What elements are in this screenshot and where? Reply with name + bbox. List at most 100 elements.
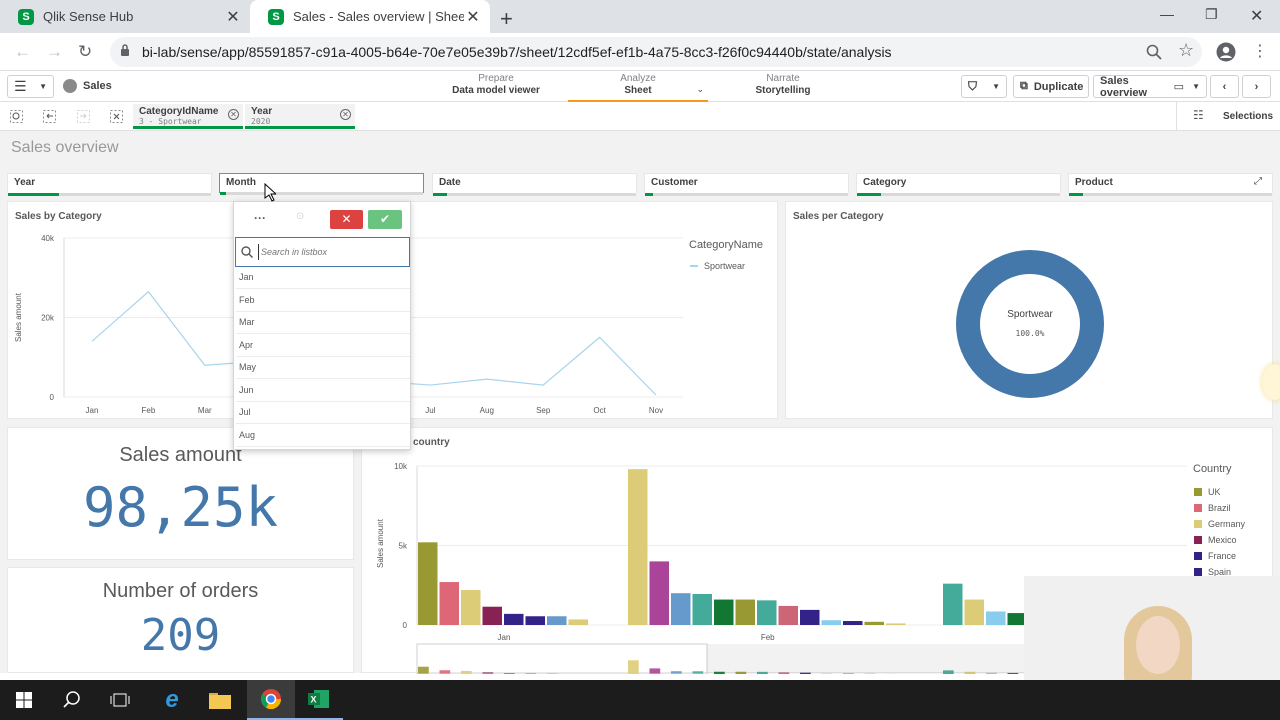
mode-prepare[interactable]: Prepare Data model viewer [450, 73, 542, 96]
minimize-icon[interactable]: — [1160, 6, 1174, 22]
bar[interactable] [886, 623, 906, 625]
bar[interactable] [461, 590, 481, 625]
listbox-search[interactable] [235, 237, 410, 267]
next-sheet-button[interactable]: › [1242, 75, 1271, 98]
restore-icon[interactable]: ❐ [1205, 6, 1218, 23]
nav-menu-button[interactable]: ☰ ▼ [7, 75, 54, 98]
bar[interactable] [735, 599, 756, 625]
legend-item-sportwear[interactable]: Sportwear [690, 261, 745, 271]
expand-icon[interactable]: ⤢ [1254, 176, 1262, 187]
mode-narrate[interactable]: Narrate Storytelling [740, 73, 826, 96]
smart-search-icon[interactable] [10, 110, 23, 123]
legend-item-france[interactable]: France [1194, 551, 1236, 561]
listbox-item-mar[interactable]: Mar [236, 312, 410, 334]
bar[interactable] [843, 621, 863, 625]
forward-icon[interactable]: → [46, 42, 63, 62]
selection-tools-icon[interactable]: ⊙ [296, 211, 304, 222]
clear-all-icon[interactable] [110, 110, 123, 123]
more-options-icon[interactable]: ··· [254, 211, 266, 225]
listbox-item-feb[interactable]: Feb [236, 290, 410, 312]
legend-item-mexico[interactable]: Mexico [1194, 535, 1237, 545]
listbox-item-jun[interactable]: Jun [236, 380, 410, 402]
task-view-button[interactable] [96, 680, 144, 720]
start-button[interactable] [0, 680, 48, 720]
mode-name: Data model viewer [452, 85, 540, 96]
bookmarks-button[interactable]: ⛉ ▼ [961, 75, 1007, 98]
bar[interactable] [778, 605, 799, 625]
bar[interactable] [439, 582, 460, 625]
legend-item-uk[interactable]: UK [1194, 487, 1221, 497]
bar[interactable] [943, 583, 963, 625]
reload-icon[interactable]: ↻ [78, 42, 92, 62]
previous-sheet-button[interactable]: ‹ [1210, 75, 1239, 98]
bookmark-star-icon[interactable]: ☆ [1178, 40, 1194, 61]
selection-categoryidname[interactable]: CategoryIdName 3 - Sportwear ✕ [133, 104, 243, 129]
bar[interactable] [568, 619, 589, 625]
selections-tool-button[interactable]: ☷ Selections [1176, 102, 1280, 131]
minimap-bar [439, 670, 451, 674]
filter-month[interactable]: Month [219, 173, 424, 195]
browser-tab-hub[interactable]: S Qlik Sense Hub ✕ [0, 0, 250, 33]
bar[interactable] [692, 593, 713, 625]
bar[interactable] [964, 599, 985, 625]
bar[interactable] [418, 542, 438, 625]
search-button[interactable] [48, 680, 96, 720]
legend-item-brazil[interactable]: Brazil [1194, 503, 1231, 513]
bar[interactable] [671, 593, 691, 625]
listbox-item-jul[interactable]: Jul [236, 402, 410, 424]
donut-slice-sportwear[interactable] [956, 250, 1104, 398]
close-window-icon[interactable]: ✕ [1250, 6, 1263, 26]
bar[interactable] [504, 613, 524, 625]
filter-customer[interactable]: Customer [644, 173, 849, 196]
file-explorer-button[interactable] [196, 680, 244, 720]
zoom-icon[interactable] [1146, 44, 1162, 60]
chevron-down-icon[interactable]: ⌄ [696, 84, 704, 95]
bar[interactable] [547, 616, 567, 625]
bar[interactable] [757, 600, 777, 625]
browser-menu-icon[interactable]: ⋮ [1252, 41, 1268, 61]
mode-analyze[interactable]: Analyze Sheet ⌄ [568, 73, 708, 102]
step-back-icon[interactable] [43, 110, 56, 123]
chrome-button[interactable] [247, 680, 295, 720]
bar[interactable] [821, 620, 842, 625]
clear-selection-icon[interactable]: ✕ [228, 109, 239, 120]
filter-year[interactable]: Year [7, 173, 212, 196]
sheet-selector-button[interactable]: Sales overview ▭ ▼ [1093, 75, 1207, 99]
url-box[interactable]: bi-lab/sense/app/85591857-c91a-4005-b64e… [110, 37, 1202, 67]
listbox-item-apr[interactable]: Apr [236, 335, 410, 357]
confirm-selection-button[interactable]: ✔ [368, 210, 402, 229]
profile-icon[interactable] [1216, 42, 1236, 62]
minimap-window[interactable] [416, 643, 708, 674]
filter-date[interactable]: Date [432, 173, 637, 196]
close-tab-icon[interactable]: ✕ [464, 7, 482, 27]
bar[interactable] [649, 561, 670, 625]
cancel-selection-button[interactable]: ✕ [330, 210, 363, 229]
bar[interactable] [864, 621, 885, 625]
listbox-item-may[interactable]: May [236, 357, 410, 379]
bar[interactable] [986, 611, 1006, 625]
bar[interactable] [525, 616, 546, 625]
listbox-item-aug[interactable]: Aug [236, 425, 410, 447]
listbox-item-jan[interactable]: Jan [236, 267, 410, 289]
step-forward-icon[interactable] [77, 110, 90, 123]
back-icon[interactable]: ← [14, 42, 31, 62]
x-tick-label: Jan [498, 633, 511, 642]
bar[interactable] [628, 469, 648, 625]
sales-per-category-panel[interactable]: Sales per Category Sportwear 100.0% [785, 201, 1273, 419]
selection-year[interactable]: Year 2020 ✕ [245, 104, 355, 129]
bar[interactable] [714, 599, 734, 625]
filter-product[interactable]: Product ⤢ [1068, 173, 1273, 196]
new-tab-icon[interactable]: + [500, 6, 513, 32]
duplicate-button[interactable]: ⧉ Duplicate [1013, 75, 1089, 98]
excel-button[interactable]: X [295, 680, 343, 720]
number-of-orders-kpi[interactable]: Number of orders 209 [7, 567, 354, 673]
legend-item-germany[interactable]: Germany [1194, 519, 1245, 529]
ie-button[interactable]: e [148, 680, 196, 720]
filter-category[interactable]: Category [856, 173, 1061, 196]
search-input[interactable] [258, 244, 403, 260]
bar[interactable] [800, 609, 820, 625]
close-tab-icon[interactable]: ✕ [224, 7, 242, 27]
bar[interactable] [482, 606, 503, 625]
browser-tab-sales[interactable]: S Sales - Sales overview | Sheet - Q ✕ [250, 0, 490, 33]
clear-selection-icon[interactable]: ✕ [340, 109, 351, 120]
